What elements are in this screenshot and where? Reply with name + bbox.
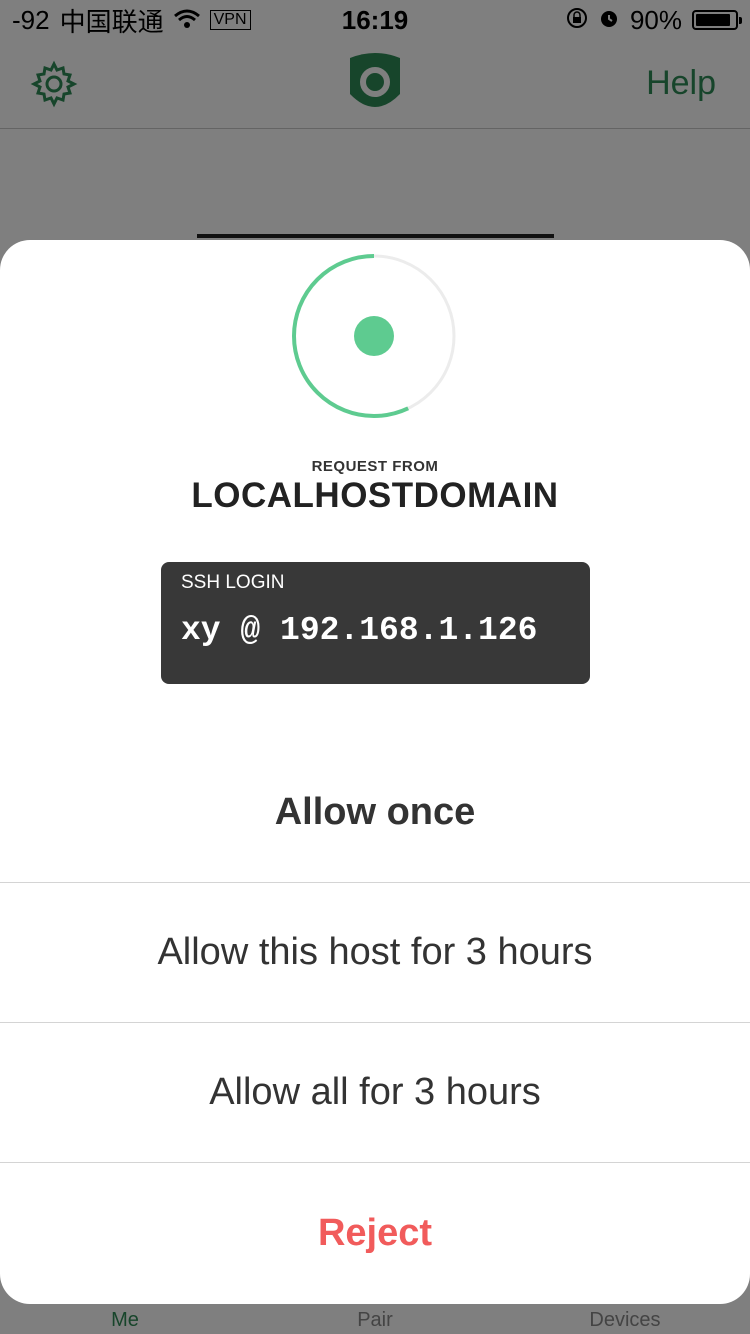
- request-host: LOCALHOSTDOMAIN: [191, 476, 559, 515]
- spinner-dot: [354, 316, 394, 356]
- allow-all-button[interactable]: Allow all for 3 hours: [0, 1023, 750, 1163]
- ssh-login-value: xy @ 192.168.1.126: [181, 612, 538, 649]
- allow-once-button[interactable]: Allow once: [0, 743, 750, 883]
- request-from-label: REQUEST FROM: [311, 458, 439, 475]
- progress-spinner: [292, 254, 456, 418]
- allow-host-button[interactable]: Allow this host for 3 hours: [0, 883, 750, 1023]
- ssh-login-title: SSH LOGIN: [181, 572, 285, 593]
- ssh-login-card: SSH LOGIN xy @ 192.168.1.126: [161, 562, 590, 684]
- reject-button[interactable]: Reject: [0, 1163, 750, 1303]
- sheet-handle: [197, 234, 554, 238]
- request-sheet: REQUEST FROM LOCALHOSTDOMAIN SSH LOGIN x…: [0, 240, 750, 1304]
